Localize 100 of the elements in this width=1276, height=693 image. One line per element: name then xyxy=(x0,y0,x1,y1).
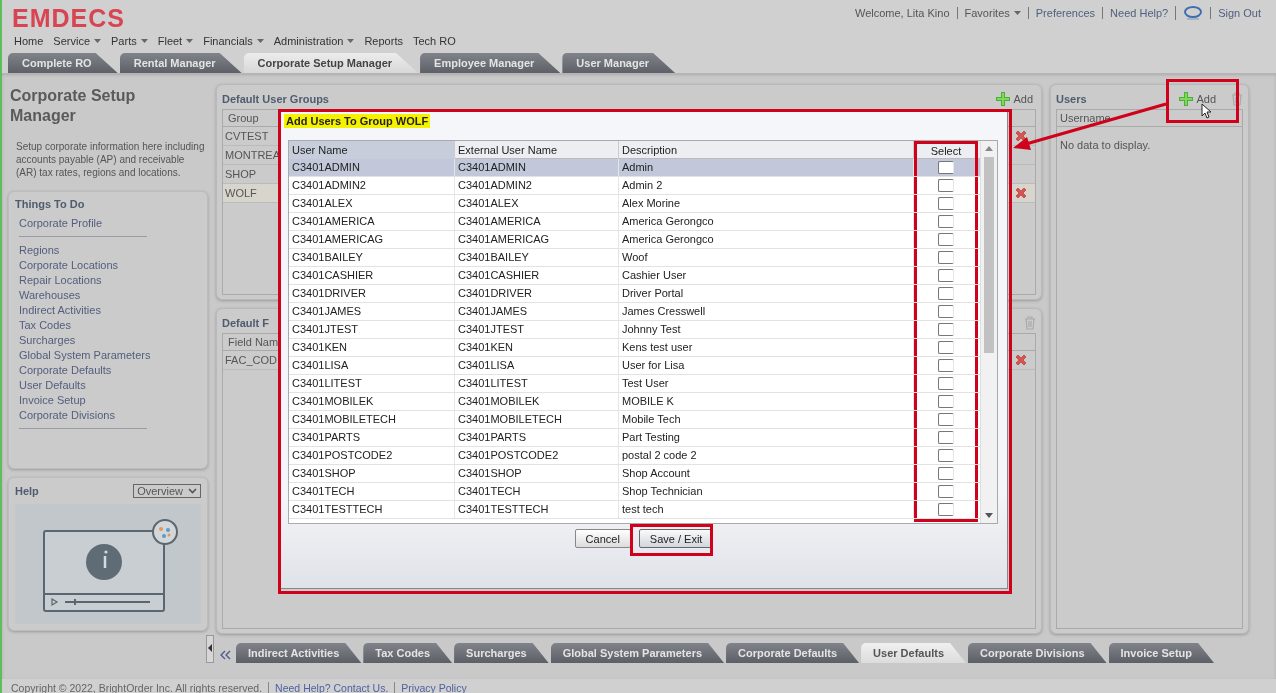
select-checkbox[interactable] xyxy=(938,467,954,480)
section-tab[interactable]: Corporate Divisions xyxy=(968,643,1107,663)
chat-icon[interactable] xyxy=(1183,6,1204,20)
select-checkbox[interactable] xyxy=(938,305,954,318)
delete-icon[interactable] xyxy=(1014,186,1028,200)
select-checkbox[interactable] xyxy=(938,287,954,300)
sidebar-link[interactable]: Warehouses xyxy=(19,288,81,303)
nav-menu-item[interactable]: Service xyxy=(53,35,102,47)
scroll-left-icon[interactable] xyxy=(220,650,232,660)
nav-menu-item[interactable]: Fleet xyxy=(157,35,194,47)
sidebar-link[interactable]: Surcharges xyxy=(19,333,76,348)
header-link[interactable]: Need Help? xyxy=(1102,7,1176,19)
cancel-button[interactable]: Cancel xyxy=(574,529,631,548)
table-cell: C3401ALEX xyxy=(455,195,619,212)
trash-icon[interactable] xyxy=(1231,92,1243,106)
nav-menu-item[interactable]: Tech RO xyxy=(412,35,456,47)
sidebar-link[interactable]: Corporate Profile xyxy=(19,216,103,231)
section-tab[interactable]: Indirect Activities xyxy=(236,643,362,663)
sidebar-link[interactable]: Corporate Locations xyxy=(19,258,119,273)
favorites-menu[interactable]: Favorites xyxy=(956,7,1028,19)
sidebar-link[interactable]: Regions xyxy=(19,243,60,258)
nav-menu-item[interactable]: Parts xyxy=(111,35,148,47)
table-cell: C3401PARTS xyxy=(455,429,619,446)
section-tab[interactable]: Invoice Setup xyxy=(1108,643,1215,663)
column-header[interactable]: User Name xyxy=(289,141,455,159)
sidebar-link[interactable]: User Defaults xyxy=(19,378,86,393)
app-tab[interactable]: Complete RO xyxy=(8,53,118,73)
add-button[interactable]: Add xyxy=(993,92,1036,106)
nav-menu-item[interactable]: Financials xyxy=(203,35,264,47)
sidebar-link[interactable]: Global System Parameters xyxy=(19,348,151,363)
select-checkbox[interactable] xyxy=(938,323,954,336)
table-cell: C3401CASHIER xyxy=(455,267,619,284)
user-row[interactable]: C3401LITEST C3401LITEST Test User xyxy=(289,375,980,393)
user-row[interactable]: C3401AMERICA C3401AMERICA America Gerongco xyxy=(289,213,980,231)
section-tab[interactable]: Tax Codes xyxy=(363,643,453,663)
user-row[interactable]: C3401JAMES C3401JAMES James Cresswell xyxy=(289,303,980,321)
table-cell: C3401MOBILETECH xyxy=(289,411,455,428)
nav-menu-item[interactable]: Home xyxy=(14,35,44,47)
section-tab[interactable]: Global System Parameters xyxy=(550,643,725,663)
select-checkbox[interactable] xyxy=(938,233,954,246)
section-tab[interactable]: Corporate Defaults xyxy=(726,643,860,663)
select-checkbox[interactable] xyxy=(938,179,954,192)
select-checkbox[interactable] xyxy=(938,377,954,390)
scroll-up-icon[interactable] xyxy=(985,146,993,151)
user-row[interactable]: C3401KEN C3401KEN Kens test user xyxy=(289,339,980,357)
user-row[interactable]: C3401ADMIN C3401ADMIN Admin xyxy=(289,159,980,177)
user-row[interactable]: C3401ALEX C3401ALEX Alex Morine xyxy=(289,195,980,213)
user-row[interactable]: C3401CASHIER C3401CASHIER Cashier User xyxy=(289,267,980,285)
select-checkbox[interactable] xyxy=(938,215,954,228)
section-tab[interactable]: User Defaults xyxy=(861,643,966,663)
sidebar-link[interactable]: Repair Locations xyxy=(19,273,102,288)
user-row[interactable]: C3401AMERICAG C3401AMERICAG America Gerongco xyxy=(289,231,980,249)
select-checkbox[interactable] xyxy=(938,197,954,210)
user-row[interactable]: C3401MOBILEK C3401MOBILEK MOBILE K xyxy=(289,393,980,411)
table-cell: MONTREA xyxy=(225,149,280,161)
select-checkbox[interactable] xyxy=(938,341,954,354)
plus-icon xyxy=(996,92,1011,106)
nav-menu-item[interactable]: Administration xyxy=(273,35,355,47)
user-row[interactable]: C3401MOBILETECH C3401MOBILETECH Mobile Tech xyxy=(289,411,980,429)
select-checkbox[interactable] xyxy=(938,485,954,498)
topic-dropdown[interactable]: Overview xyxy=(133,484,201,498)
section-tab[interactable]: Surcharges xyxy=(454,643,549,663)
scrollbar[interactable] xyxy=(980,141,997,523)
select-checkbox[interactable] xyxy=(938,251,954,264)
user-row[interactable]: C3401ADMIN2 C3401ADMIN2 Admin 2 xyxy=(289,177,980,195)
user-row[interactable]: C3401DRIVER C3401DRIVER Driver Portal xyxy=(289,285,980,303)
user-row[interactable]: C3401TECH C3401TECH Shop Technician xyxy=(289,483,980,501)
user-row[interactable]: C3401LISA C3401LISA User for Lisa xyxy=(289,357,980,375)
app-tab[interactable]: Employee Manager xyxy=(420,53,561,73)
scroll-down-icon[interactable] xyxy=(985,513,993,518)
user-row[interactable]: C3401SHOP C3401SHOP Shop Account xyxy=(289,465,980,483)
delete-icon[interactable] xyxy=(1014,129,1028,143)
select-checkbox[interactable] xyxy=(938,395,954,408)
select-checkbox[interactable] xyxy=(938,269,954,282)
user-row[interactable]: C3401BAILEY C3401BAILEY Woof xyxy=(289,249,980,267)
app-tab[interactable]: Rental Manager xyxy=(119,53,242,73)
select-checkbox[interactable] xyxy=(938,161,954,174)
nav-menu-item[interactable]: Reports xyxy=(364,35,403,47)
select-checkbox[interactable] xyxy=(938,359,954,372)
add-button[interactable]: Add xyxy=(1176,92,1219,106)
sidebar-link[interactable]: Corporate Defaults xyxy=(19,363,112,378)
dialog-title: Add Users To Group WOLF xyxy=(284,114,431,128)
sidebar-link[interactable]: Corporate Divisions xyxy=(19,408,115,423)
header-link[interactable]: Preferences xyxy=(1027,7,1103,19)
sidebar-link[interactable]: Tax Codes xyxy=(19,318,71,333)
sidebar-link[interactable]: Indirect Activities xyxy=(19,303,101,318)
app-tab[interactable]: Corporate Setup Manager xyxy=(243,53,419,73)
header-link[interactable]: Sign Out xyxy=(1210,7,1268,19)
delete-icon[interactable] xyxy=(1014,353,1028,367)
app-tab[interactable]: User Manager xyxy=(562,53,676,73)
select-checkbox[interactable] xyxy=(938,449,954,462)
sidebar-link[interactable]: Invoice Setup xyxy=(19,393,86,408)
select-checkbox[interactable] xyxy=(938,431,954,444)
user-row[interactable]: C3401POSTCODE2 C3401POSTCODE2 postal 2 code 2 xyxy=(289,447,980,465)
table-cell: C3401TESTTECH xyxy=(289,501,455,518)
select-checkbox[interactable] xyxy=(938,503,954,516)
select-checkbox[interactable] xyxy=(938,413,954,426)
user-row[interactable]: C3401JTEST C3401JTEST Johnny Test xyxy=(289,321,980,339)
user-row[interactable]: C3401PARTS C3401PARTS Part Testing xyxy=(289,429,980,447)
collapse-icon[interactable] xyxy=(206,635,214,663)
